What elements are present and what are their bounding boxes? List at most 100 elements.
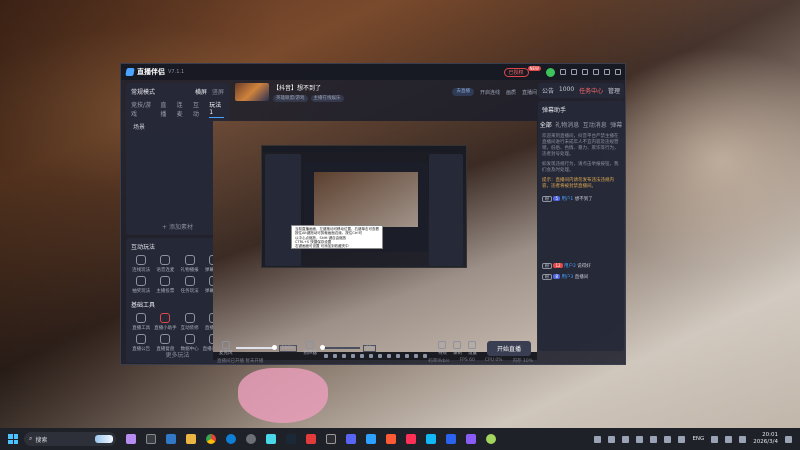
chat-filter-tab[interactable]: 礼物消息 <box>555 120 579 129</box>
chat-username[interactable]: 用户3 <box>561 275 573 280</box>
steam-icon[interactable] <box>286 434 296 444</box>
mic-toggle[interactable]: 麦克风 <box>219 340 233 356</box>
speaker-volume-slider[interactable] <box>319 345 360 350</box>
chat-text: 直播间 <box>574 275 589 280</box>
maximize-icon[interactable] <box>604 69 610 75</box>
scene-item-label: 场景 <box>133 124 146 131</box>
tool-item[interactable]: 直播工具 <box>129 313 153 331</box>
task-center-tab[interactable]: 任务中心 <box>579 86 603 95</box>
effects-button[interactable]: 特效 <box>438 340 447 356</box>
message-icon[interactable] <box>560 69 566 75</box>
source-tab-active[interactable]: 玩法1 <box>209 100 225 118</box>
chat-message[interactable]: 粉 12 用户2 说得好 <box>542 263 620 270</box>
quality-button[interactable]: 画质 <box>506 89 516 96</box>
manage-tab[interactable]: 管理 <box>608 86 620 95</box>
chat-message[interactable]: 粉 5 用户1 想不到了 <box>542 196 620 203</box>
app-icon[interactable] <box>266 434 276 444</box>
notification-icon[interactable] <box>785 435 792 443</box>
tool-item[interactable]: 互动装修 <box>178 313 202 331</box>
source-tab[interactable]: 直播 <box>160 100 171 118</box>
tray-chevron-icon[interactable] <box>594 435 602 443</box>
app-icon[interactable] <box>366 434 376 444</box>
tray-app-icon[interactable] <box>622 435 630 443</box>
login-status-button[interactable]: 已授权 <box>503 67 529 77</box>
chat-filter-tab[interactable]: 互动消息 <box>583 120 607 129</box>
tray-mic-icon[interactable] <box>664 435 672 443</box>
close-icon[interactable] <box>615 69 621 75</box>
source-tab[interactable]: 竞技/游戏 <box>131 100 155 118</box>
taskbar-clock[interactable]: 20:01 2026/3/4 <box>753 432 778 446</box>
record-button[interactable]: 录制 <box>453 340 462 356</box>
interactive-item[interactable]: 主播投票 <box>153 276 177 294</box>
chrome-icon[interactable] <box>206 434 216 444</box>
app-icon[interactable] <box>446 434 456 444</box>
chat-filter-tab[interactable]: 弹幕 <box>610 120 622 129</box>
tray-app-icon[interactable] <box>636 435 644 443</box>
settings-icon[interactable] <box>582 69 588 75</box>
chat-username[interactable]: 用户1 <box>561 197 573 202</box>
status-memory: 内存 10% <box>512 358 533 364</box>
app-icon[interactable] <box>426 434 436 444</box>
wifi-icon[interactable] <box>711 435 719 443</box>
room-button[interactable]: 直播间 <box>522 89 537 96</box>
stream-title[interactable]: 【抖音】想不到了 <box>273 83 344 92</box>
stream-tag[interactable]: 主播在线娱乐 <box>310 94 344 102</box>
code-editor-icon[interactable] <box>166 434 176 444</box>
app-icon[interactable] <box>126 434 136 444</box>
notice-tab[interactable]: 公告 <box>542 86 554 95</box>
stream-tag[interactable]: 英雄联盟/游戏 <box>273 94 308 102</box>
taskbar-search[interactable]: ⌕ 搜索 <box>24 432 116 446</box>
app-icon[interactable] <box>466 434 476 444</box>
volume-icon[interactable] <box>725 435 733 443</box>
battery-icon[interactable] <box>739 435 747 443</box>
github-icon[interactable] <box>246 434 256 444</box>
source-tab[interactable]: 互动 <box>193 100 204 118</box>
chat-message[interactable]: 粉 8 用户3 直播间 <box>542 274 620 281</box>
source-tab[interactable]: 连麦 <box>177 100 188 118</box>
gift-icon <box>184 255 195 265</box>
link-mic-button[interactable]: 开启连线 <box>480 89 500 96</box>
stream-cover-thumbnail[interactable] <box>235 83 269 101</box>
title-bar: 直播伴侣 V7.1.1 已授权 NEW <box>121 64 625 80</box>
chat-username[interactable]: 用户2 <box>564 264 576 269</box>
settings-button[interactable]: 设置 <box>468 340 477 356</box>
stream-header: 【抖音】想不到了 英雄联盟/游戏 主播在线娱乐 去直播 开启连线 画质 直播间 <box>233 80 537 104</box>
helper-title: 弹幕助手 <box>542 107 567 114</box>
skin-icon[interactable] <box>571 69 577 75</box>
windows-taskbar: ⌕ 搜索 ENG 20:01 2026/3/4 <box>0 428 800 450</box>
app-icon[interactable] <box>306 434 316 444</box>
scene-tab-landscape[interactable]: 横屏 <box>195 89 207 96</box>
tray-app-icon[interactable] <box>678 435 686 443</box>
interactive-item[interactable]: 任务玩法 <box>178 276 202 294</box>
interactive-item[interactable]: 连线玩法 <box>129 255 153 273</box>
app-icon[interactable] <box>406 434 416 444</box>
mic-volume-slider[interactable] <box>235 345 277 350</box>
windows-start-icon[interactable] <box>8 434 18 444</box>
interactive-item[interactable]: 语音连麦 <box>153 255 177 273</box>
terminal-icon[interactable] <box>146 434 156 444</box>
scene-mode-dropdown[interactable]: 常规模式 <box>131 87 155 96</box>
tool-item[interactable]: 直播小助手 <box>153 313 177 331</box>
capcut-icon[interactable] <box>326 434 336 444</box>
live-app-icon[interactable] <box>386 434 396 444</box>
fan-badge: 粉 <box>542 196 552 202</box>
edge-icon[interactable] <box>226 434 236 444</box>
minimize-icon[interactable] <box>593 69 599 75</box>
start-live-button[interactable]: 开始直播 <box>486 340 531 356</box>
app-icon[interactable] <box>486 434 496 444</box>
new-badge: NEW <box>527 66 541 71</box>
tray-app-icon[interactable] <box>608 435 616 443</box>
tray-app-icon[interactable] <box>650 435 658 443</box>
scene-tab-portrait[interactable]: 竖屏 <box>212 89 224 96</box>
user-avatar[interactable] <box>546 67 555 77</box>
speaker-toggle[interactable]: 扬声器 <box>303 340 317 356</box>
interactive-item[interactable]: 礼物播报 <box>178 255 202 273</box>
file-explorer-icon[interactable] <box>186 434 196 444</box>
chat-filter-tab[interactable]: 全部 <box>540 120 552 129</box>
interactive-item[interactable]: 抽奖玩法 <box>129 276 153 294</box>
go-live-tag[interactable]: 去直播 <box>452 88 474 96</box>
discord-icon[interactable] <box>346 434 356 444</box>
live-preview-canvas[interactable]: 当前直播画面，左键拖动可移动位置。右键单击可查看 按住Alt键拖动可剪裁画面边缘… <box>213 121 537 360</box>
viewer-count[interactable]: 1000 <box>559 86 574 95</box>
language-indicator[interactable]: ENG <box>692 436 704 442</box>
